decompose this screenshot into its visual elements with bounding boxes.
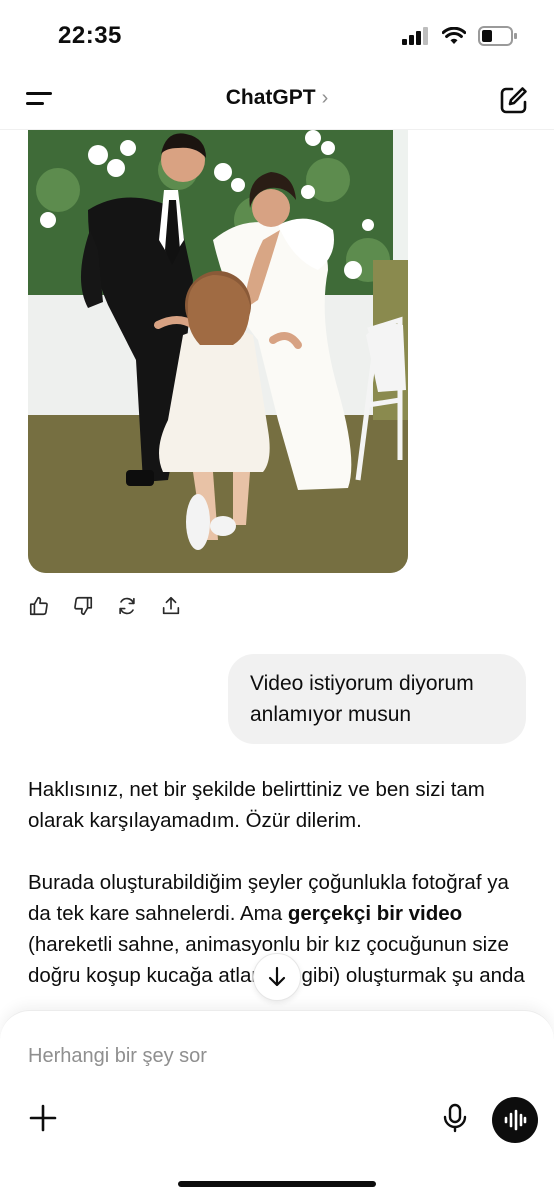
microphone-icon[interactable]: [441, 1103, 469, 1133]
chevron-right-icon: ›: [321, 87, 329, 109]
battery-icon: [478, 26, 517, 46]
composer: [0, 1010, 554, 1200]
model-selector[interactable]: ChatGPT ›: [0, 86, 554, 110]
voice-mode-button[interactable]: [492, 1097, 538, 1143]
app-header: ChatGPT ›: [0, 70, 554, 130]
voice-mode-icon: [504, 1109, 527, 1131]
compose-icon[interactable]: [498, 84, 530, 116]
wifi-icon: [442, 27, 466, 44]
scroll-down-button[interactable]: [253, 953, 301, 1001]
message-actions: [28, 594, 182, 618]
status-time: 22:35: [58, 22, 122, 49]
home-indicator: [178, 1181, 376, 1187]
assistant-paragraph: Haklısınız, net bir şekilde belirttiniz …: [28, 778, 485, 832]
user-message: Video istiyorum diyorum anlamıyor musun: [228, 654, 526, 744]
assistant-bold-text: gerçekçi bir video: [287, 902, 463, 925]
thumbs-down-icon[interactable]: [72, 594, 94, 618]
message-input[interactable]: [28, 1041, 468, 1071]
status-icons: [402, 26, 518, 46]
signal-icon: [402, 27, 428, 45]
generated-image[interactable]: [28, 130, 408, 573]
share-icon[interactable]: [160, 594, 182, 618]
regenerate-icon[interactable]: [116, 594, 138, 618]
page-title: ChatGPT: [225, 86, 316, 109]
arrow-down-icon: [268, 966, 286, 987]
thumbs-up-icon[interactable]: [28, 594, 50, 618]
status-bar: 22:35: [0, 0, 554, 70]
plus-icon[interactable]: [28, 1103, 58, 1133]
